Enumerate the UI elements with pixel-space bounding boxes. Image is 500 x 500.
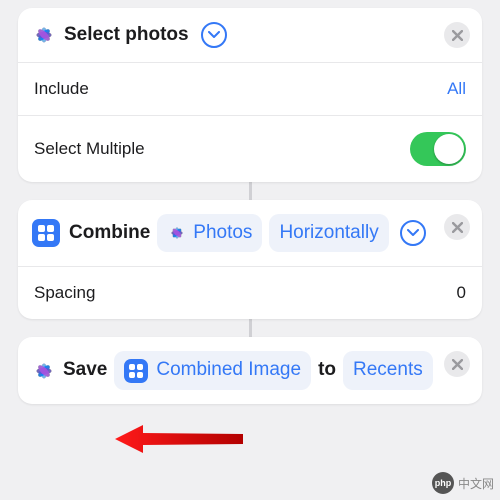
shortcuts-app-icon xyxy=(32,219,60,247)
direction-label: Horizontally xyxy=(279,218,378,248)
annotation-arrow xyxy=(115,419,245,459)
photos-app-icon xyxy=(167,223,187,243)
combined-image-variable-pill[interactable]: Combined Image xyxy=(114,351,311,389)
row-include[interactable]: Include All xyxy=(18,62,482,115)
recents-album-pill[interactable]: Recents xyxy=(343,351,433,389)
connector-line xyxy=(249,182,252,200)
shortcuts-app-icon xyxy=(124,359,148,383)
watermark-text: 中文网 xyxy=(458,475,494,492)
to-word: to xyxy=(318,355,336,385)
toggle-knob xyxy=(434,134,464,164)
card-header[interactable]: Save Combined Image to Recents xyxy=(18,337,482,403)
photos-variable-pill[interactable]: Photos xyxy=(157,214,262,252)
delete-action-button[interactable] xyxy=(444,214,470,240)
expand-toggle[interactable] xyxy=(400,220,426,246)
connector-line xyxy=(249,319,252,337)
photos-app-icon xyxy=(32,23,56,47)
delete-action-button[interactable] xyxy=(444,351,470,377)
delete-action-button[interactable] xyxy=(444,22,470,48)
combine-verb: Combine xyxy=(69,218,150,248)
action-card-save: Save Combined Image to Recents xyxy=(18,337,482,403)
save-verb: Save xyxy=(63,355,107,385)
recents-label: Recents xyxy=(353,355,423,385)
spacing-value[interactable]: 0 xyxy=(457,283,466,303)
select-multiple-toggle[interactable] xyxy=(410,132,466,166)
combined-image-label: Combined Image xyxy=(156,355,301,385)
php-logo-icon: php xyxy=(432,472,454,494)
include-value[interactable]: All xyxy=(447,79,466,99)
spacing-label: Spacing xyxy=(34,283,95,303)
expand-toggle[interactable] xyxy=(201,22,227,48)
include-label: Include xyxy=(34,79,89,99)
action-card-combine: Combine Photos xyxy=(18,200,482,319)
action-title: Select photos xyxy=(64,24,189,46)
row-spacing[interactable]: Spacing 0 xyxy=(18,266,482,319)
card-header[interactable]: Select photos xyxy=(18,8,482,62)
action-card-select-photos: Select photos Include All Select Multipl… xyxy=(18,8,482,182)
photos-app-icon xyxy=(32,359,56,383)
select-multiple-label: Select Multiple xyxy=(34,139,145,159)
photos-variable-label: Photos xyxy=(193,218,252,248)
watermark: php 中文网 xyxy=(432,472,494,494)
direction-pill[interactable]: Horizontally xyxy=(269,214,388,252)
card-header[interactable]: Combine Photos xyxy=(18,200,482,266)
row-select-multiple: Select Multiple xyxy=(18,115,482,182)
